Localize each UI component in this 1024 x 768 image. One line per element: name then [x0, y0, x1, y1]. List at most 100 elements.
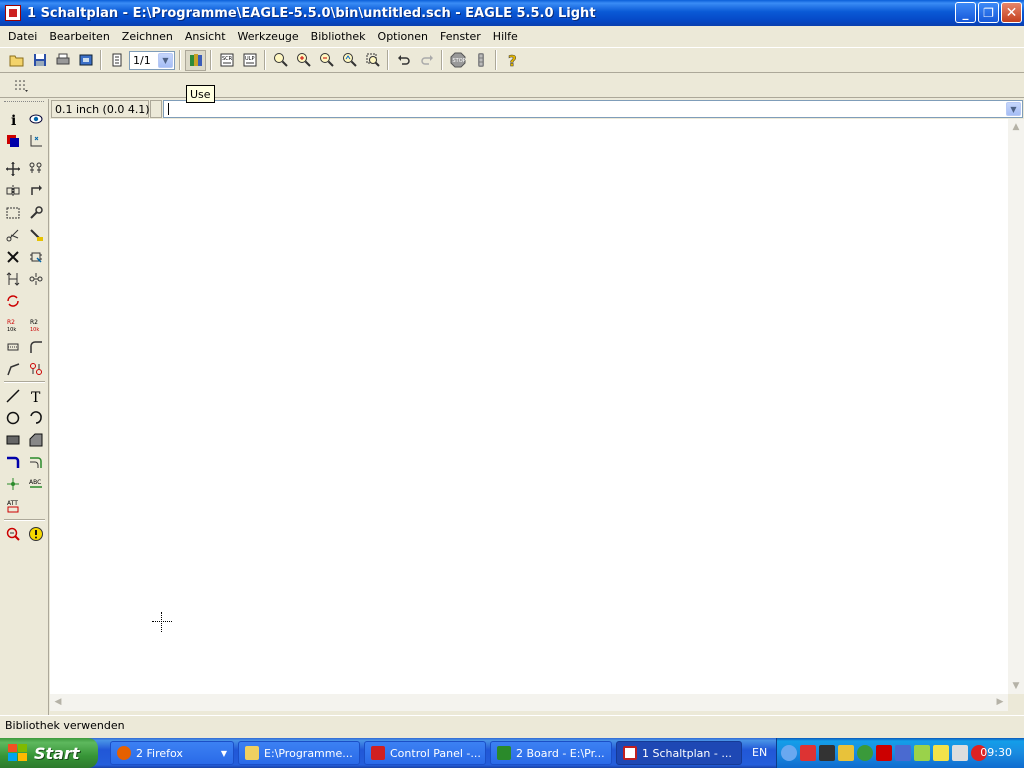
name-icon[interactable]: R2 10k: [3, 315, 23, 335]
move-icon[interactable]: [3, 159, 23, 179]
undo-icon[interactable]: [393, 50, 414, 71]
change-icon[interactable]: [26, 203, 46, 223]
redo-icon[interactable]: [416, 50, 437, 71]
circle-icon[interactable]: [3, 408, 23, 428]
add-icon[interactable]: [26, 247, 46, 267]
bus-icon[interactable]: [3, 452, 23, 472]
network-icon[interactable]: [819, 745, 835, 761]
use-library-icon[interactable]: [185, 49, 206, 71]
clock[interactable]: 09:30: [980, 746, 1012, 759]
svg-text:?: ?: [508, 52, 517, 68]
scroll-up-icon[interactable]: ▲: [1008, 119, 1024, 135]
display-layers-icon[interactable]: [3, 131, 23, 151]
invoke-icon[interactable]: [26, 359, 46, 379]
errors-icon[interactable]: [26, 524, 46, 544]
help-icon[interactable]: ?: [501, 50, 522, 71]
show-hidden-icons-icon[interactable]: [781, 745, 797, 761]
display-icon[interactable]: [895, 745, 911, 761]
menu-bearbeiten[interactable]: Bearbeiten: [43, 30, 115, 43]
wire-icon[interactable]: [3, 386, 23, 406]
zoom-out-icon[interactable]: [316, 50, 337, 71]
paste-icon[interactable]: [26, 225, 46, 245]
task-label: Control Panel -...: [390, 746, 481, 760]
eagle-app-icon[interactable]: [5, 5, 21, 21]
task-control-panel[interactable]: Control Panel -...: [364, 741, 486, 765]
update-icon[interactable]: [857, 745, 873, 761]
zoom-select-icon[interactable]: [362, 50, 383, 71]
menu-hilfe[interactable]: Hilfe: [487, 30, 524, 43]
mirror-icon[interactable]: [3, 181, 23, 201]
menu-optionen[interactable]: Optionen: [372, 30, 434, 43]
menu-datei[interactable]: Datei: [2, 30, 43, 43]
mark-icon[interactable]: [26, 131, 46, 151]
redraw-icon[interactable]: [339, 50, 360, 71]
replace-icon[interactable]: [3, 291, 23, 311]
sheet-icon[interactable]: [106, 50, 127, 71]
zoom-fit-icon[interactable]: [270, 50, 291, 71]
horizontal-scrollbar[interactable]: ◀ ▶: [50, 694, 1008, 711]
copy-icon[interactable]: [26, 159, 46, 179]
start-button[interactable]: Start: [0, 738, 98, 768]
chevron-down-icon[interactable]: ▼: [1006, 102, 1021, 116]
miter-icon[interactable]: [26, 337, 46, 357]
cam-processor-icon[interactable]: [75, 50, 96, 71]
show-icon[interactable]: [26, 109, 46, 129]
stop-icon[interactable]: STOP: [447, 50, 468, 71]
scroll-left-icon[interactable]: ◀: [50, 694, 66, 710]
split-icon[interactable]: [3, 359, 23, 379]
value-icon[interactable]: R2 10k: [26, 315, 46, 335]
menu-bibliothek[interactable]: Bibliothek: [305, 30, 372, 43]
attribute-icon[interactable]: ATT: [3, 496, 23, 516]
minimize-button[interactable]: _: [955, 2, 976, 23]
save-icon[interactable]: [29, 50, 50, 71]
chevron-down-icon[interactable]: ▼: [158, 52, 173, 68]
task-explorer[interactable]: E:\Programme...: [238, 741, 360, 765]
net-icon[interactable]: [26, 452, 46, 472]
cut-icon[interactable]: [3, 225, 23, 245]
open-icon[interactable]: [6, 50, 27, 71]
print-icon[interactable]: [52, 50, 73, 71]
scroll-right-icon[interactable]: ▶: [992, 694, 1008, 710]
gateswap-icon[interactable]: [26, 269, 46, 289]
task-board[interactable]: 2 Board - E:\Pr...: [490, 741, 612, 765]
schematic-canvas[interactable]: [50, 119, 1008, 694]
close-button[interactable]: ✕: [1001, 2, 1022, 23]
go-icon[interactable]: [470, 50, 491, 71]
ulp-icon[interactable]: ULP: [239, 50, 260, 71]
rotate-icon[interactable]: [26, 181, 46, 201]
arc-icon[interactable]: [26, 408, 46, 428]
command-input[interactable]: ▼: [163, 100, 1023, 118]
vertical-scrollbar[interactable]: ▲ ▼: [1008, 119, 1024, 694]
smash-icon[interactable]: [3, 337, 23, 357]
monitor-icon[interactable]: [800, 745, 816, 761]
text-icon[interactable]: T: [26, 386, 46, 406]
sheet-select[interactable]: 1/1 ▼: [129, 50, 175, 70]
menu-zeichnen[interactable]: Zeichnen: [116, 30, 179, 43]
nvidia-icon[interactable]: [914, 745, 930, 761]
group-icon[interactable]: [3, 203, 23, 223]
info-icon[interactable]: i: [3, 109, 23, 129]
acrobat-icon[interactable]: [876, 745, 892, 761]
erc-icon[interactable]: [3, 524, 23, 544]
menu-fenster[interactable]: Fenster: [434, 30, 487, 43]
zoom-in-icon[interactable]: [293, 50, 314, 71]
task-firefox[interactable]: 2 Firefox ▼: [110, 741, 234, 765]
script-icon[interactable]: SCR: [216, 50, 237, 71]
restore-button[interactable]: ❐: [978, 2, 999, 23]
task-schaltplan[interactable]: 1 Schaltplan - ...: [616, 741, 742, 765]
language-indicator[interactable]: EN: [752, 746, 767, 759]
polygon-icon[interactable]: [26, 430, 46, 450]
toolbar-grip[interactable]: [4, 101, 44, 104]
delete-icon[interactable]: [3, 247, 23, 267]
menu-werkzeuge[interactable]: Werkzeuge: [232, 30, 305, 43]
security-icon[interactable]: [838, 745, 854, 761]
rectangle-icon[interactable]: [3, 430, 23, 450]
scroll-down-icon[interactable]: ▼: [1008, 678, 1024, 694]
menu-ansicht[interactable]: Ansicht: [179, 30, 232, 43]
media-icon[interactable]: [933, 745, 949, 761]
pinswap-icon[interactable]: [3, 269, 23, 289]
label-icon[interactable]: ABC: [26, 474, 46, 494]
grid-icon[interactable]: [10, 75, 31, 96]
search-icon[interactable]: [952, 745, 968, 761]
junction-icon[interactable]: [3, 474, 23, 494]
